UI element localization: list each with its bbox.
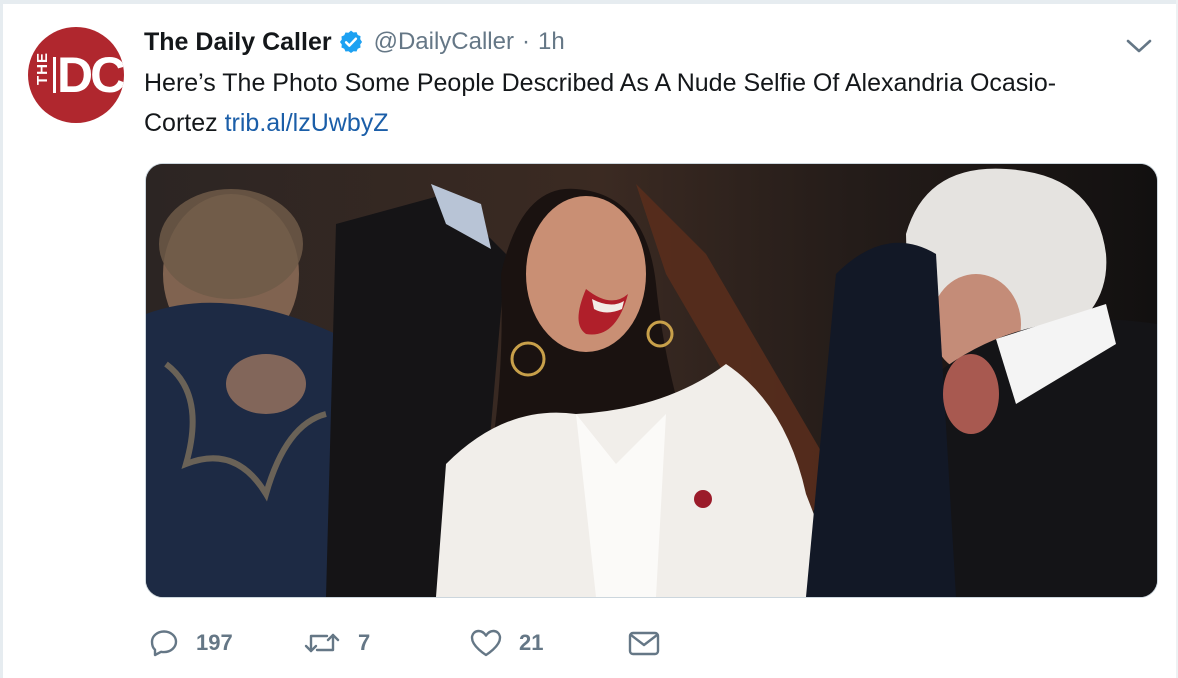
tweet-link[interactable]: trib.al/lzUwbyZ bbox=[225, 109, 389, 137]
share-action[interactable] bbox=[627, 618, 661, 668]
reply-count: 197 bbox=[196, 630, 233, 655]
retweet-count: 7 bbox=[358, 630, 371, 655]
envelope-icon bbox=[628, 631, 660, 656]
top-border bbox=[0, 0, 1178, 4]
timestamp[interactable]: 1h bbox=[538, 28, 565, 56]
tweet-actions: 197 7 21 bbox=[0, 618, 1178, 668]
heart-icon bbox=[470, 629, 502, 657]
reply-icon bbox=[150, 630, 178, 657]
verified-badge-icon bbox=[339, 30, 362, 54]
avatar[interactable]: THE DC bbox=[28, 27, 124, 123]
display-name[interactable]: The Daily Caller bbox=[144, 28, 332, 57]
tweet-text: Here’s The Photo Some People Described A… bbox=[144, 63, 1104, 143]
separator-dot: · bbox=[521, 28, 530, 55]
reply-action[interactable]: 197 bbox=[148, 618, 233, 668]
avatar-small-letters: THE bbox=[34, 52, 51, 85]
tweet-photo[interactable] bbox=[145, 163, 1158, 598]
avatar-divider bbox=[53, 57, 56, 93]
photo-illustration bbox=[146, 164, 1157, 597]
tweet-header: The Daily Caller @DailyCaller · 1h bbox=[144, 24, 565, 60]
retweet-action[interactable]: 7 bbox=[302, 618, 370, 668]
avatar-large-letters: DC bbox=[57, 47, 124, 103]
left-border bbox=[0, 0, 3, 678]
like-action[interactable]: 21 bbox=[469, 618, 543, 668]
like-count: 21 bbox=[519, 630, 544, 655]
retweet-icon bbox=[304, 633, 340, 653]
handle[interactable]: @DailyCaller bbox=[374, 28, 514, 56]
chevron-down-icon[interactable] bbox=[1124, 33, 1154, 59]
